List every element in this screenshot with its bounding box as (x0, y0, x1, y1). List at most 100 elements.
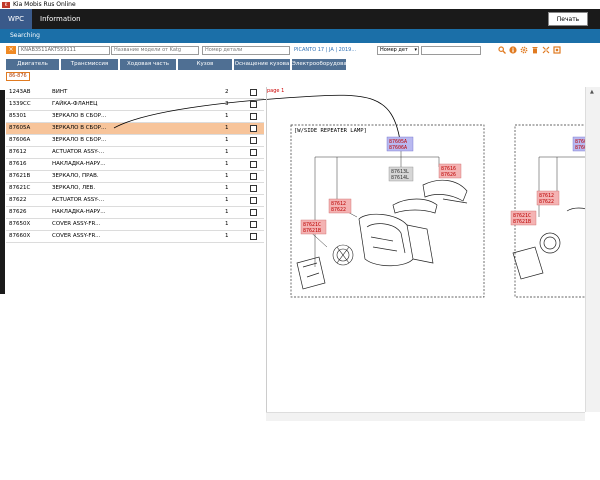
category-body-trim[interactable]: Оснащение кузова (234, 59, 291, 70)
part-name-cell: НАКЛАДКА-НАРУ... (52, 161, 106, 167)
part-qty-cell: 1 (225, 125, 229, 131)
chevron-down-icon: ▾ (414, 47, 417, 53)
table-row[interactable]: 87621B ЗЕРКАЛО, ПРАВ. 1 (6, 171, 264, 183)
category-chassis[interactable]: Ходовая часть (120, 59, 177, 70)
searching-header: Searching (0, 29, 600, 43)
application-window: K Kia Mobis Rus Online WPC Information П… (0, 0, 600, 480)
exploded-diagram: [W/SIDE REPEATER LAMP] 87605A 87606A 876… (290, 124, 586, 298)
part-qty-cell: 1 (225, 161, 229, 167)
search-mode-input[interactable] (421, 46, 481, 55)
model-breadcrumb-link[interactable]: PICANTO 17 | JA | 2019... (294, 46, 356, 55)
searching-label: Searching (10, 32, 40, 39)
part-number-cell: 87660X (9, 233, 31, 239)
part-number-cell: 87606A (9, 137, 31, 143)
part-select-checkbox[interactable] (250, 185, 257, 192)
part-select-checkbox[interactable] (250, 113, 257, 120)
settings-icon[interactable] (520, 46, 528, 54)
part-number-cell: 87650X (9, 221, 31, 227)
app-logo-icon: K (2, 1, 10, 8)
diagram-horizontal-scrollbar[interactable] (266, 412, 585, 421)
part-qty-cell: 1 (225, 197, 229, 203)
part-select-checkbox[interactable] (250, 101, 257, 108)
group-code-badge[interactable]: 86-876 (6, 72, 30, 81)
part-select-checkbox[interactable] (250, 221, 257, 228)
table-row[interactable]: 87660X COVER ASSY-FR... 1 (6, 231, 264, 243)
search-mode-select[interactable]: Номер дет ▾ (377, 46, 419, 55)
part-qty-cell: 1 (225, 137, 229, 143)
repeater-lamp-drawing (392, 179, 468, 214)
category-tabs: Двигатель Трансмиссия Ходовая часть Кузо… (0, 58, 600, 71)
table-row[interactable]: 87616 НАКЛАДКА-НАРУ... 1 (6, 159, 264, 171)
part-number-cell: 1243AB (9, 89, 31, 95)
part-select-checkbox[interactable] (250, 149, 257, 156)
info-icon[interactable] (509, 46, 517, 54)
part-qty-cell: 1 (225, 173, 229, 179)
part-select-checkbox[interactable] (250, 173, 257, 180)
callout-text: 87621B (513, 219, 531, 225)
callout-87621C-87621B: 87621C 87621B (300, 219, 327, 235)
part-qty-cell: 1 (225, 113, 229, 119)
callout-text: 87621B (303, 228, 321, 234)
part-name-cell: COVER ASSY-FR... (52, 221, 101, 227)
category-engine[interactable]: Двигатель (6, 59, 60, 70)
table-row[interactable]: 87605A ЗЕРКАЛО В СБОР... 1 (6, 123, 264, 135)
expand-icon[interactable] (553, 46, 561, 54)
part-select-checkbox[interactable] (250, 233, 257, 240)
part-number-cell: 87616 (9, 161, 27, 167)
part-qty-cell: 2 (225, 89, 229, 95)
search-mode-value: Номер дет (380, 47, 408, 53)
tab-information[interactable]: Information (32, 9, 89, 29)
table-row[interactable]: 87622 ACTUATOR ASSY-... 1 (6, 195, 264, 207)
part-select-checkbox[interactable] (250, 137, 257, 144)
parts-table: 1243AB ВИНТ 2 1339CC ГАЙКА-ФЛАНЕЦ 3 85301 ЗЕРКА… (6, 87, 264, 243)
callout-text: 87622 (539, 199, 554, 205)
callout-text: 87614L (391, 175, 409, 181)
part-number-input[interactable]: Номер детали (202, 46, 290, 55)
category-body[interactable]: Кузов (178, 59, 233, 70)
table-row[interactable]: 87650X COVER ASSY-FR... 1 (6, 219, 264, 231)
table-row[interactable]: 1339CC ГАЙКА-ФЛАНЕЦ 3 (6, 99, 264, 111)
table-row[interactable]: 87606A ЗЕРКАЛО В СБОР... 1 (6, 135, 264, 147)
catalog-model-input[interactable]: Название модели от Katg (111, 46, 199, 55)
callout-right-87621C-87621B: 87621C 87621B (510, 210, 537, 226)
part-name-cell: ЗЕРКАЛО В СБОР... (52, 137, 107, 143)
callout-text: 87622 (331, 207, 346, 213)
part-qty-cell: 1 (225, 149, 229, 155)
table-row[interactable]: 85301 ЗЕРКАЛО В СБОР... 1 (6, 111, 264, 123)
callout-87605A-87606A: 87605A 87606A (386, 136, 414, 152)
trash-icon[interactable] (531, 46, 539, 54)
scroll-up-arrow-icon[interactable]: ▲ (590, 89, 594, 95)
part-number-cell: 87605A (9, 125, 31, 131)
part-number-cell: 87622 (9, 197, 27, 203)
part-name-cell: ACTUATOR ASSY-... (52, 149, 105, 155)
search-icon[interactable] (498, 46, 506, 54)
part-select-checkbox[interactable] (250, 197, 257, 204)
part-qty-cell: 3 (225, 101, 229, 107)
table-row[interactable]: 87626 НАКЛАДКА-НАРУ... 1 (6, 207, 264, 219)
table-row[interactable]: 1243AB ВИНТ 2 (6, 87, 264, 99)
category-electrical[interactable]: Электрооборудован (292, 59, 347, 70)
part-select-checkbox[interactable] (250, 161, 257, 168)
callout-87613L-87614L: 87613L 87614L (388, 166, 414, 182)
diagram-vertical-scrollbar[interactable]: ▲ (585, 87, 600, 412)
left-edge-strip (0, 90, 5, 294)
table-row[interactable]: 87612 ACTUATOR ASSY-... 1 (6, 147, 264, 159)
diagram-caption: [W/SIDE REPEATER LAMP] (294, 128, 367, 134)
part-number-cell: 87612 (9, 149, 27, 155)
collapse-icon[interactable] (542, 46, 550, 54)
part-name-cell: ГАЙКА-ФЛАНЕЦ (52, 101, 98, 107)
callout-right-87612-87622: 87612 87622 (536, 190, 560, 206)
part-number-cell: 87626 (9, 209, 27, 215)
part-select-checkbox[interactable] (250, 89, 257, 96)
title-bar: K Kia Mobis Rus Online (0, 0, 600, 9)
tab-wpc[interactable]: WPC (0, 9, 33, 29)
part-name-cell: ЗЕРКАЛО В СБОР... (52, 125, 107, 131)
mirror-housing-drawing (358, 213, 434, 267)
vin-clear-button[interactable]: × (6, 46, 16, 54)
part-select-checkbox[interactable] (250, 209, 257, 216)
category-transmission[interactable]: Трансмиссия (61, 59, 119, 70)
part-select-checkbox[interactable] (250, 125, 257, 132)
table-row[interactable]: 87621C ЗЕРКАЛО, ЛЕВ. 1 (6, 183, 264, 195)
print-button[interactable]: Печать (548, 12, 588, 26)
vin-input[interactable]: KNAB3511AKT559111 (18, 46, 110, 55)
